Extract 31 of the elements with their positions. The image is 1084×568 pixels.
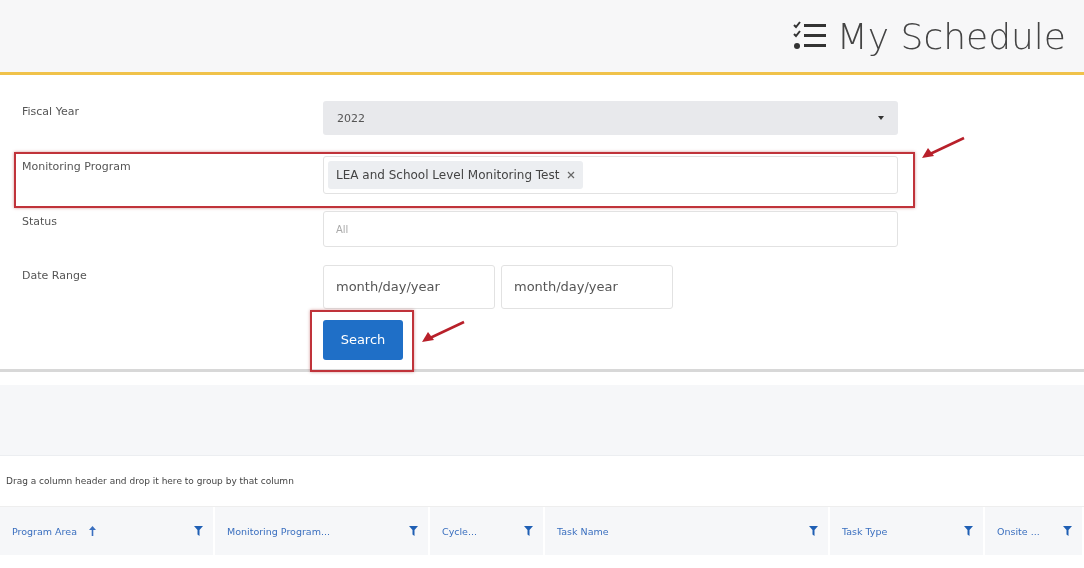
field-label: Monitoring Program bbox=[22, 159, 132, 174]
sort-arrow-icon bbox=[88, 525, 96, 536]
filter-icon[interactable] bbox=[809, 526, 818, 536]
filter-icon[interactable] bbox=[409, 526, 418, 536]
filter-icon[interactable] bbox=[1063, 526, 1072, 536]
field-label: Date Range bbox=[22, 267, 88, 282]
tag-select-field[interactable]: LEA and School Level Monitoring Test bbox=[323, 156, 898, 195]
annotation-arrow-icon bbox=[420, 319, 466, 344]
date-field[interactable]: month/day/year bbox=[501, 264, 673, 309]
column-header[interactable]: Program Area bbox=[0, 507, 215, 555]
dropdown-caret-icon bbox=[878, 116, 884, 120]
status-field[interactable]: All bbox=[323, 211, 898, 248]
fiscal-year-dropdown[interactable]: 2022 bbox=[323, 101, 898, 135]
date-field[interactable]: month/day/year bbox=[323, 264, 495, 309]
field-label: Fiscal Year bbox=[22, 104, 80, 118]
filter-icon[interactable] bbox=[964, 526, 973, 536]
field-label: Status bbox=[22, 214, 59, 229]
annotation-arrow-icon bbox=[920, 136, 966, 161]
filter-icon[interactable] bbox=[194, 526, 203, 536]
search-button[interactable]: Search bbox=[323, 319, 403, 360]
selected-tag[interactable]: LEA and School Level Monitoring Test bbox=[328, 161, 584, 190]
filter-icon[interactable] bbox=[524, 526, 533, 536]
group-hint: Drag a column header and drop it here to group by that column bbox=[6, 476, 294, 486]
page-title: My Schedule bbox=[836, 15, 1066, 57]
column-header[interactable]: Cycle... bbox=[430, 507, 545, 555]
column-header[interactable]: Monitoring Program... bbox=[215, 507, 430, 555]
remove-icon[interactable] bbox=[567, 171, 576, 180]
column-header[interactable]: Task Name bbox=[545, 507, 830, 555]
checklist-icon bbox=[792, 21, 827, 51]
column-header[interactable]: Task Type bbox=[830, 507, 985, 555]
column-header[interactable]: Onsite ... bbox=[985, 507, 1084, 555]
